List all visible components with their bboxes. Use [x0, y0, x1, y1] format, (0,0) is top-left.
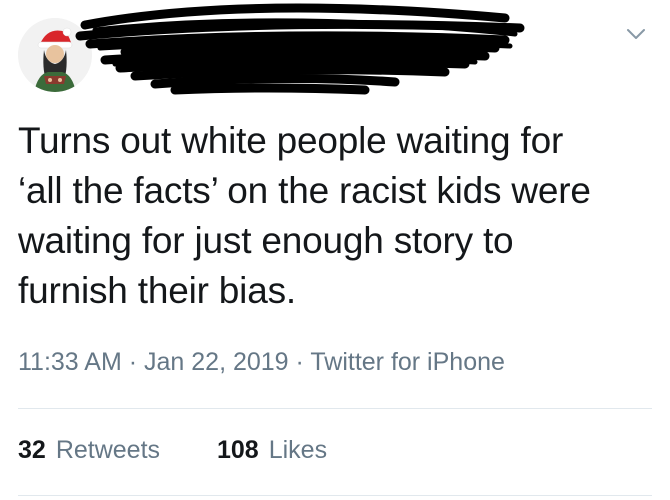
retweets-stat[interactable]: 32 Retweets: [18, 436, 160, 465]
likes-label: Likes: [268, 436, 328, 464]
retweets-count: 32: [18, 436, 46, 464]
tweet-time[interactable]: 11:33 AM: [18, 348, 122, 376]
likes-stat[interactable]: 108 Likes: [217, 436, 327, 465]
likes-count: 108: [216, 436, 259, 464]
divider: [18, 495, 652, 496]
tweet-line: furnish their bias.: [18, 270, 296, 311]
tweet-line: waiting for just enough story to: [18, 220, 514, 261]
tweet-line: ‘all the facts’ on the racist kids were: [18, 170, 591, 211]
redaction-scribble: [75, 3, 525, 95]
retweets-label: Retweets: [55, 436, 161, 464]
divider: [18, 408, 652, 409]
separator: ·: [128, 348, 138, 376]
tweet-header: [0, 0, 670, 110]
separator: ·: [295, 348, 304, 376]
tweet-date[interactable]: Jan 22, 2019: [144, 348, 289, 376]
tweet-source[interactable]: Twitter for iPhone: [310, 348, 505, 376]
tweet-line: Turns out white people waiting for: [18, 120, 564, 161]
chevron-down-icon[interactable]: [624, 22, 648, 46]
tweet-stats: 32 Retweets 108 Likes: [18, 436, 377, 465]
tweet-text: Turns out white people waiting for ‘all …: [18, 116, 653, 316]
tweet-metadata: 11:33 AM · Jan 22, 2019 · Twitter for iP…: [18, 348, 505, 377]
